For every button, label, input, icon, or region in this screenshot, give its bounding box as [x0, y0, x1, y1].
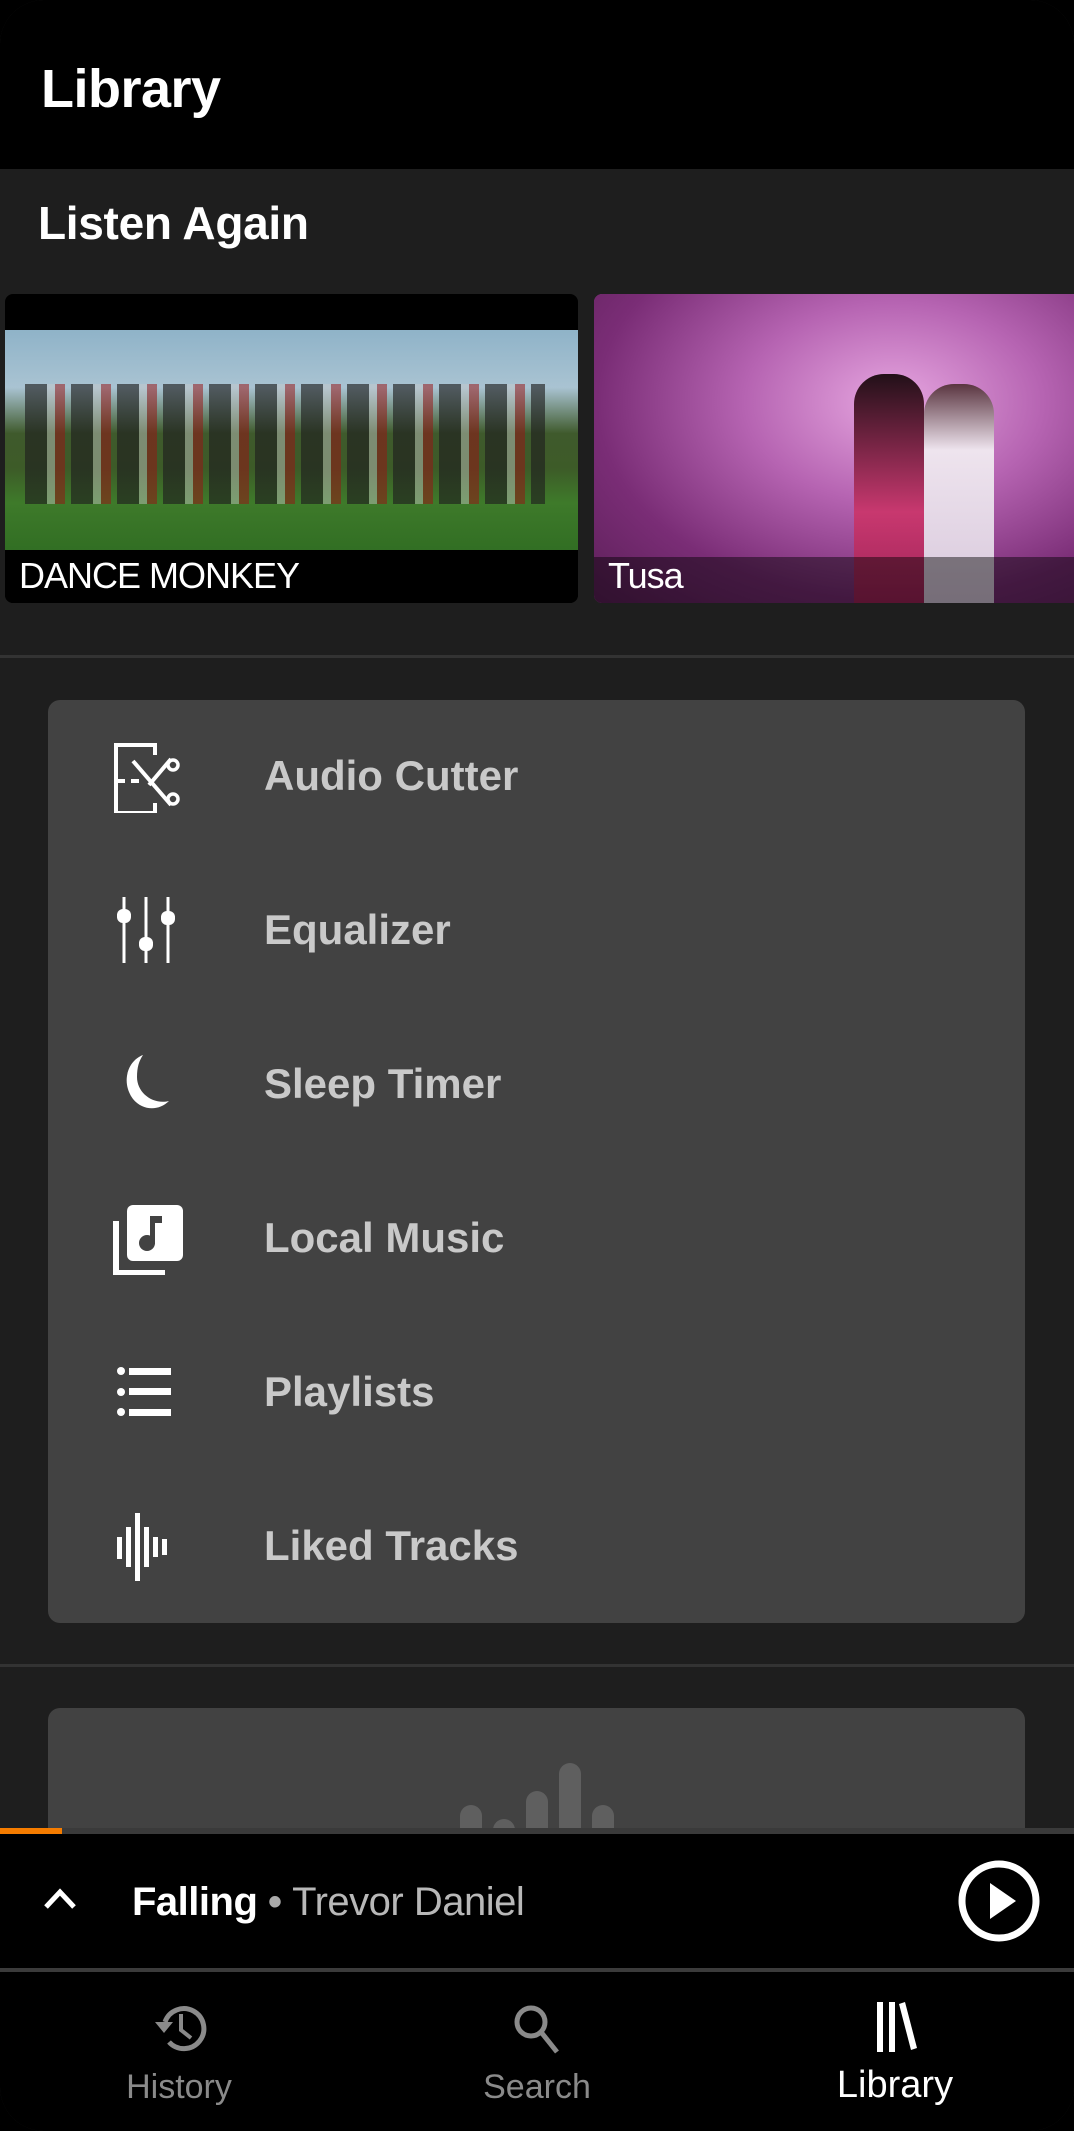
moon-icon: [126, 1055, 169, 1109]
menu-item-label: Audio Cutter: [264, 752, 519, 799]
list-icon: [117, 1367, 171, 1416]
app-header: Library: [0, 0, 1074, 169]
local-music-icon: [113, 1205, 183, 1275]
waveform-icon: [117, 1513, 167, 1581]
menu-item-label: Liked Tracks: [264, 1522, 519, 1569]
equalizer-icon: [117, 897, 175, 963]
menu-item-sleep-timer[interactable]: Sleep Timer: [48, 1008, 1025, 1162]
nav-tab-library[interactable]: Library: [716, 1972, 1074, 2131]
nav-label: History: [126, 2068, 232, 2106]
menu-item-equalizer[interactable]: Equalizer: [48, 854, 1025, 1008]
nav-tab-search[interactable]: Search: [358, 1972, 716, 2131]
now-playing-text: Falling • Trevor Daniel: [132, 1880, 525, 1925]
play-button[interactable]: [957, 1859, 1041, 1943]
menu-item-liked-tracks[interactable]: Liked Tracks: [48, 1470, 1025, 1624]
separator: •: [257, 1880, 293, 1924]
history-icon: [155, 2006, 207, 2052]
library-menu: Audio Cutter Equalizer Sleep Timer Local…: [48, 700, 1025, 1623]
mini-player[interactable]: Falling • Trevor Daniel: [0, 1834, 1074, 1968]
track-title: Tusa: [608, 555, 684, 596]
menu-item-playlists[interactable]: Playlists: [48, 1316, 1025, 1470]
listen-again-item[interactable]: DANCE MONKEY: [5, 294, 578, 603]
library-icon: [877, 2002, 917, 2052]
page-title: Library: [41, 59, 221, 119]
menu-item-label: Equalizer: [264, 906, 451, 953]
bottom-nav: History Search Library: [0, 1972, 1074, 2131]
app-screen: Library Listen Again DANCE MONKEY Tusa A: [0, 0, 1074, 2131]
nav-label: Search: [483, 2068, 591, 2106]
listen-again-item[interactable]: Tusa: [594, 294, 1074, 603]
menu-item-audio-cutter[interactable]: Audio Cutter: [48, 700, 1025, 854]
thumbnail-image-detail: [25, 384, 545, 504]
chevron-up-icon[interactable]: [40, 1879, 80, 1919]
menu-item-local-music[interactable]: Local Music: [48, 1162, 1025, 1316]
section-divider: [0, 1664, 1074, 1667]
search-icon: [514, 2005, 559, 2054]
now-playing-title: Falling: [132, 1880, 258, 1924]
menu-item-label: Local Music: [264, 1214, 505, 1261]
audio-cutter-icon: [114, 743, 180, 813]
menu-item-label: Sleep Timer: [264, 1060, 502, 1107]
listen-again-title: Listen Again: [38, 197, 309, 249]
nav-tab-history[interactable]: History: [0, 1972, 358, 2131]
menu-item-label: Playlists: [264, 1368, 435, 1415]
nav-label: Library: [836, 2064, 954, 2106]
section-divider: [0, 655, 1074, 658]
now-playing-artist: Trevor Daniel: [292, 1880, 525, 1924]
track-title: DANCE MONKEY: [19, 555, 300, 596]
